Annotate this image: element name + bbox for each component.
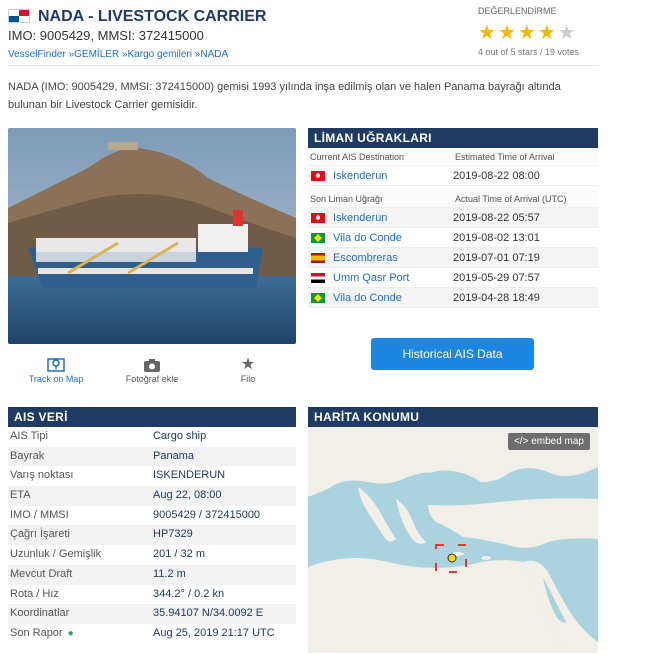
ais-row: Çağrı İşareti HP7329 xyxy=(8,525,296,546)
current-destination-header: Current AIS Destination Estimated Time o… xyxy=(308,148,598,166)
fleet-label: Filo xyxy=(240,374,256,384)
ata-value: 2019-08-02 13:01 xyxy=(453,232,540,244)
ais-data-panel: AIS VERİ AIS Tipi Cargo ship Bayrak Panama… xyxy=(8,407,296,644)
ais-data-title: AIS VERİ xyxy=(8,407,296,427)
ais-data-table: AIS Tipi Cargo ship Bayrak Panama Varış no… xyxy=(8,427,296,644)
vessel-photo[interactable] xyxy=(8,128,296,344)
brazil-flag-icon xyxy=(311,292,325,303)
breadcrumb-item[interactable]: NADA xyxy=(200,49,228,60)
star-icon: ★ xyxy=(240,356,256,373)
ais-row: Koordinatlar 35.94107 N/34.0092 E xyxy=(8,604,296,624)
add-photo-label: Fotoğraf ekle xyxy=(125,374,179,384)
star-icon[interactable]: ★ xyxy=(558,22,578,44)
turkey-flag-icon xyxy=(311,170,325,181)
breadcrumb: VesselFinder »GEMİLER »Kargo gemileri »N… xyxy=(8,49,229,60)
fleet-button[interactable]: ★ Filo xyxy=(203,356,293,396)
port-link[interactable]: Iskenderun xyxy=(333,208,387,228)
port-call-row: Escombreras 2019-07-01 07:19 xyxy=(308,248,598,268)
breadcrumb-item[interactable]: GEMİLER xyxy=(74,49,119,60)
ais-row: AIS Tipi Cargo ship xyxy=(10,430,207,442)
ais-row: Uzunluk / Gemişlik 201 / 32 m xyxy=(10,548,205,561)
turkey-flag-icon xyxy=(311,212,325,223)
track-on-map-label: Track on Map xyxy=(28,374,84,384)
map-panel: HARİTA KONUMU </> embed map xyxy=(308,407,598,653)
iraq-flag-icon xyxy=(311,272,325,283)
star-icon[interactable]: ★ xyxy=(518,22,538,44)
page-title: NADA - LIVESTOCK CARRIER xyxy=(38,8,267,25)
port-link[interactable]: Escombreras xyxy=(333,248,398,268)
ais-row: Varış noktası ISKENDERUN xyxy=(10,469,226,482)
track-on-map-button[interactable]: Track on Map xyxy=(11,356,101,396)
vessel-ids: IMO: 9005429, MMSI: 372415000 xyxy=(8,28,204,43)
map-title: HARİTA KONUMU xyxy=(308,407,598,427)
historical-ais-data-button[interactable]: Historical AIS Data xyxy=(371,338,534,370)
current-destination-row: Iskenderun 2019-08-22 08:00 xyxy=(308,166,598,186)
port-link[interactable]: Iskenderun xyxy=(333,166,387,186)
rating: DEĞERLENDİRME ★★★★★ 4 out of 5 stars / 1… xyxy=(478,6,608,57)
rating-label: DEĞERLENDİRME xyxy=(478,6,557,16)
eta-value: 2019-08-22 08:00 xyxy=(453,170,540,182)
rating-text: 4 out of 5 stars / 19 votes xyxy=(478,47,580,57)
last-ports-header: Son Liman Uğrağı Actual Time of Arrival … xyxy=(308,190,598,208)
rating-stars[interactable]: ★★★★★ xyxy=(478,20,608,45)
vessel-map[interactable]: </> embed map xyxy=(308,427,598,653)
vessel-header: NADA - LIVESTOCK CARRIER IMO: 9005429, M… xyxy=(8,6,598,66)
ais-row: IMO / MMSI 9005429 / 372415000 xyxy=(10,508,261,521)
port-link[interactable]: Umm Qasr Port xyxy=(333,268,409,288)
port-call-row: Vila do Conde 2019-08-02 13:01 xyxy=(308,228,598,248)
ais-row: Rota / Hız 344.2° / 0.2 kn xyxy=(10,587,225,600)
panama-flag-icon xyxy=(8,9,30,23)
ata-value: 2019-08-22 05:57 xyxy=(453,212,540,224)
last-ports-list: Iskenderun 2019-08-22 05:57 Vila do Cond… xyxy=(308,208,598,308)
ais-row: Mevcut Draft 11.2 m xyxy=(8,564,296,585)
vessel-description: NADA (IMO: 9005429, MMSI: 372415000) gem… xyxy=(8,81,561,111)
star-icon[interactable]: ★ xyxy=(478,22,498,44)
port-calls-panel: LİMAN UĞRAKLARI Current AIS Destination … xyxy=(308,128,598,308)
port-link[interactable]: Vila do Conde xyxy=(333,288,402,308)
breadcrumb-item[interactable]: VesselFinder xyxy=(8,49,66,60)
port-call-row: Vila do Conde 2019-04-28 18:49 xyxy=(308,288,598,308)
port-calls-title: LİMAN UĞRAKLARI xyxy=(308,128,598,148)
spain-flag-icon xyxy=(311,252,325,263)
signal-icon: ● xyxy=(67,627,74,639)
breadcrumb-item[interactable]: Kargo gemileri xyxy=(128,49,192,60)
ais-row: ETA Aug 22, 08:00 xyxy=(8,486,296,506)
star-icon[interactable]: ★ xyxy=(538,22,558,44)
star-icon[interactable]: ★ xyxy=(498,22,518,44)
ata-value: 2019-07-01 07:19 xyxy=(453,252,540,264)
port-call-row: Umm Qasr Port 2019-05-29 07:57 xyxy=(308,268,598,288)
map-pin-icon xyxy=(47,356,65,374)
ata-value: 2019-04-28 18:49 xyxy=(453,292,540,304)
camera-icon xyxy=(143,356,161,374)
embed-map-button[interactable]: </> embed map xyxy=(507,433,590,450)
ata-value: 2019-05-29 07:57 xyxy=(453,272,540,284)
brazil-flag-icon xyxy=(311,232,325,243)
ais-row: Bayrak Panama xyxy=(8,446,296,467)
add-photo-button[interactable]: Fotoğraf ekle xyxy=(107,356,197,396)
vessel-actions: Track on Map Fotoğraf ekle ★ Filo xyxy=(8,356,296,396)
port-call-row: Iskenderun 2019-08-22 05:57 xyxy=(308,208,598,228)
ais-row: Son Rapor ● Aug 25, 2019 21:17 UTC xyxy=(8,624,296,644)
port-link[interactable]: Vila do Conde xyxy=(333,228,402,248)
